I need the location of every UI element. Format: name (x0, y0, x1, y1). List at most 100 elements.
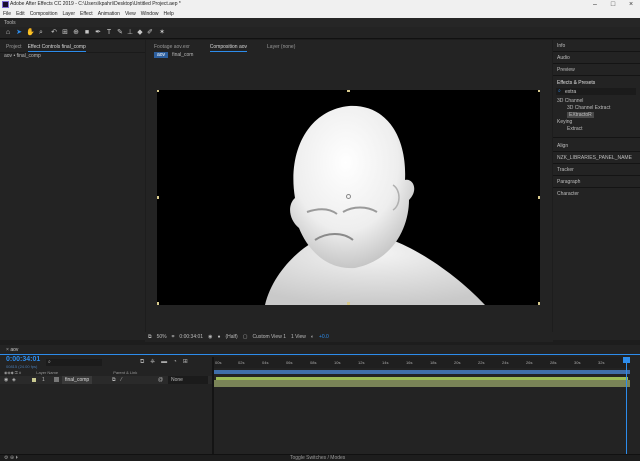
menu-help[interactable]: Help (163, 11, 173, 17)
panel-align[interactable]: Align (557, 143, 568, 149)
app-icon (2, 1, 9, 8)
anchor-point-icon[interactable] (346, 194, 351, 199)
color-channel-icon[interactable]: ● (217, 334, 220, 340)
transform-handle[interactable] (157, 302, 159, 305)
tree-folder[interactable]: 3D Channel (557, 98, 583, 104)
panel-paragraph[interactable]: Paragraph (557, 179, 580, 185)
exposure-value[interactable]: +0.0 (319, 334, 329, 340)
roi-icon[interactable]: ▢ (243, 334, 248, 340)
close-icon[interactable]: × (622, 0, 640, 9)
menu-file[interactable]: File (3, 11, 11, 17)
layer-name[interactable]: final_comp (62, 376, 93, 384)
layer-duration-bar[interactable] (214, 380, 630, 387)
panel-character[interactable]: Character (557, 191, 579, 197)
panel-tracker[interactable]: Tracker (557, 167, 574, 173)
timeline-switch-icons[interactable]: ⧉⎈▬◔⊞ (140, 358, 194, 366)
timeline-tab-label[interactable]: aov (10, 347, 18, 353)
parent-select[interactable]: None (168, 376, 208, 384)
clone-stamp-tool-icon[interactable]: ⊥ (126, 29, 134, 37)
tree-folder[interactable]: Keying (557, 119, 572, 125)
panel-preview[interactable]: Preview (557, 67, 575, 73)
toggle-switches-modes[interactable]: Toggle Switches / Modes (290, 455, 345, 461)
minimize-icon[interactable]: – (586, 0, 604, 9)
always-preview-icon[interactable]: ⧉ (148, 334, 152, 340)
ruler-tick: 10s (334, 360, 341, 365)
transform-handle[interactable] (538, 196, 540, 199)
transform-handle[interactable] (157, 90, 159, 92)
menu-effect[interactable]: Effect (80, 11, 93, 17)
type-tool-icon[interactable]: T (105, 29, 113, 37)
comp-tab-aov[interactable]: aov (154, 52, 169, 58)
tree-item-selected[interactable]: EXtractoR (567, 112, 594, 118)
eraser-tool-icon[interactable]: ◆ (136, 29, 144, 37)
footer-icons[interactable]: ⚙ ⊕ ⏵ (4, 455, 18, 461)
menu-composition[interactable]: Composition (30, 11, 58, 17)
audio-icon[interactable]: ◈ (12, 377, 16, 383)
zoom-select[interactable]: 50% (157, 334, 167, 340)
ruler-tick: 04s (262, 360, 269, 365)
close-icon[interactable]: × (6, 347, 9, 353)
transform-handle[interactable] (538, 302, 540, 305)
column-parent[interactable]: Parent & Link (113, 370, 137, 375)
effects-search-input[interactable]: ⌕ extra (556, 88, 636, 95)
rotate-tool-icon[interactable]: ↶ (50, 29, 58, 37)
pan-behind-tool-icon[interactable]: ⊕ (72, 29, 80, 37)
layer-switches[interactable]: ⧉ ⁄ (112, 377, 124, 383)
resolution-select[interactable]: (Half) (225, 334, 237, 340)
puppet-pin-tool-icon[interactable]: ✶ (158, 29, 166, 37)
maximize-icon[interactable]: □ (604, 0, 622, 9)
tree-item[interactable]: 3D Channel Extract (567, 105, 610, 111)
brush-tool-icon[interactable]: ✎ (116, 29, 124, 37)
views-layout-select[interactable]: 1 View (291, 334, 306, 340)
rectangle-tool-icon[interactable]: ■ (83, 29, 91, 37)
current-time-indicator-head[interactable] (623, 357, 630, 363)
label-color-swatch[interactable] (32, 378, 36, 382)
menu-window[interactable]: Window (141, 11, 159, 17)
exposure-icon[interactable]: ◐ (311, 334, 314, 340)
divider (553, 163, 640, 164)
transform-handle[interactable] (538, 90, 540, 92)
hand-tool-icon[interactable]: ✋ (26, 29, 35, 37)
visibility-icon[interactable]: ◉ (4, 377, 8, 383)
timeline-timecode[interactable]: 0:00:34:01 (6, 356, 40, 363)
pickwhip-icon[interactable]: @ (158, 377, 163, 383)
work-area-bar[interactable] (214, 370, 630, 374)
menu-view[interactable]: View (125, 11, 136, 17)
composition-viewer[interactable] (157, 90, 540, 305)
menu-layer[interactable]: Layer (62, 11, 75, 17)
transform-handle[interactable] (157, 196, 159, 199)
current-time-indicator[interactable] (626, 357, 627, 461)
transform-handle[interactable] (347, 90, 350, 92)
roto-brush-tool-icon[interactable]: ✐ (146, 29, 154, 37)
tab-footage[interactable]: Footage aov.exr (154, 44, 190, 50)
panel-info[interactable]: Info (557, 43, 565, 49)
snapshot-icon[interactable]: ◉ (208, 334, 212, 340)
column-layer-name[interactable]: Layer Name (36, 370, 58, 375)
tab-layer[interactable]: Layer (none) (267, 44, 295, 50)
divider (553, 175, 640, 176)
transform-handle[interactable] (347, 302, 350, 305)
tree-item[interactable]: Extract (567, 126, 583, 132)
tab-project[interactable]: Project (6, 44, 22, 50)
menu-edit[interactable]: Edit (16, 11, 25, 17)
zoom-tool-icon[interactable]: ⌕ (37, 29, 45, 37)
panel-effects-presets[interactable]: Effects & Presets (557, 80, 595, 86)
tab-effect-controls[interactable]: Effect Controls final_comp (27, 44, 87, 52)
home-icon[interactable]: ⌂ (4, 29, 12, 37)
timeline-search-input[interactable]: ⌕ (46, 359, 102, 366)
view-select[interactable]: Custom View 1 (252, 334, 286, 340)
pen-tool-icon[interactable]: ✒ (94, 29, 102, 37)
search-icon: ⌕ (48, 359, 51, 365)
table-row[interactable]: ◉ ◈ 1 final_comp ⧉ ⁄ @ None (0, 376, 212, 384)
panel-nzk-libraries[interactable]: NZK_LIBRARIES_PANEL_NAME (557, 155, 632, 161)
panel-audio[interactable]: Audio (557, 55, 570, 61)
tab-composition[interactable]: Composition aov (209, 44, 248, 52)
grid-icon[interactable]: ⌗ (172, 334, 175, 340)
selection-tool-icon[interactable]: ➤ (15, 29, 23, 37)
camera-tool-icon[interactable]: ⊞ (61, 29, 69, 37)
viewer-timecode[interactable]: 0:00:34:01 (179, 334, 203, 340)
menu-animation[interactable]: Animation (98, 11, 120, 17)
timeline-tracks[interactable]: 00s 02s 04s 06s 08s 10s 12s 14s 16s 18s … (214, 357, 640, 461)
comp-tab-final[interactable]: final_com (172, 52, 193, 58)
time-ruler[interactable]: 00s 02s 04s 06s 08s 10s 12s 14s 16s 18s … (214, 357, 630, 368)
